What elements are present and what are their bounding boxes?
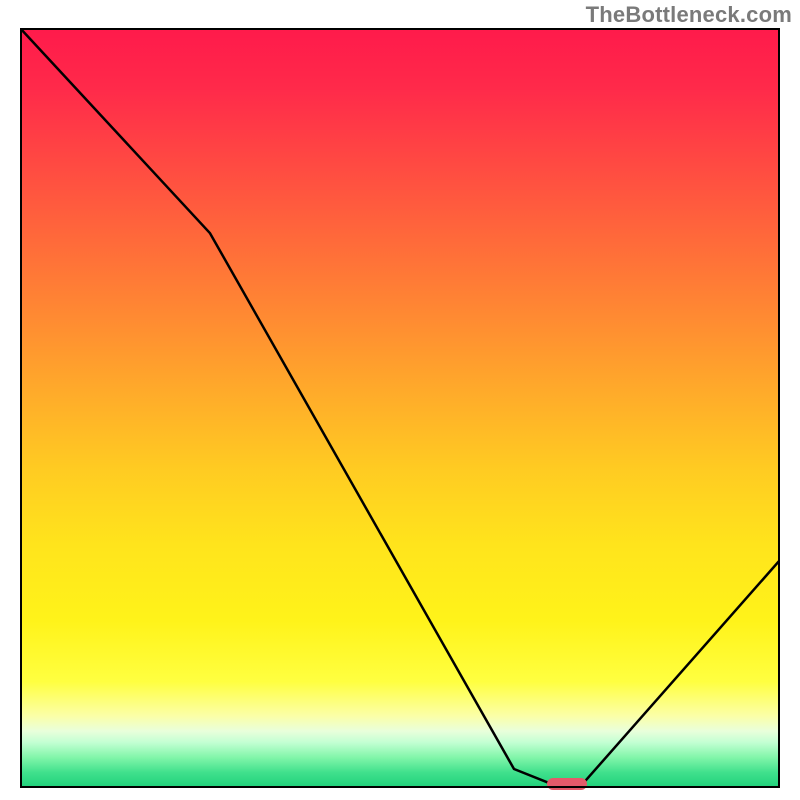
plot-area: [20, 28, 780, 788]
chart-container: TheBottleneck.com: [0, 0, 800, 800]
watermark-text: TheBottleneck.com: [586, 2, 792, 28]
gradient-background: [20, 28, 780, 788]
